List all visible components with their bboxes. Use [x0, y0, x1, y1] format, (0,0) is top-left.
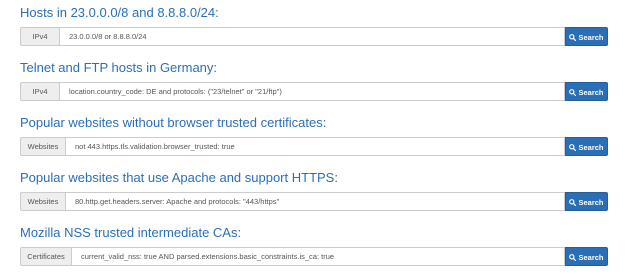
search-icon [569, 89, 577, 97]
search-button-label: Search [578, 253, 604, 262]
search-button-label: Search [578, 143, 604, 152]
search-icon [569, 254, 577, 262]
search-bar: IPv4 location.country_code: DE and proto… [20, 82, 608, 101]
example-untrusted-certs-block: Popular websites without browser trusted… [20, 115, 608, 156]
search-input[interactable]: 80.http.get.headers.server: Apache and p… [65, 192, 565, 211]
search-input[interactable]: location.country_code: DE and protocols:… [59, 82, 565, 101]
example-title: Popular websites that use Apache and sup… [20, 170, 338, 185]
search-button[interactable]: Search [565, 82, 608, 101]
example-title: Hosts in 23.0.0.0/8 and 8.8.8.0/24: [20, 5, 219, 20]
search-button[interactable]: Search [565, 27, 608, 46]
search-bar: Websites 80.http.get.headers.server: Apa… [20, 192, 608, 211]
search-button[interactable]: Search [565, 247, 608, 266]
search-icon [569, 144, 577, 152]
search-input[interactable]: 23.0.0.0/8 or 8.8.8.0/24 [59, 27, 565, 46]
search-bar: Certificates current_valid_nss: true AND… [20, 247, 608, 266]
example-telnet-ftp-block: Telnet and FTP hosts in Germany: IPv4 lo… [20, 60, 608, 101]
search-type-addon: IPv4 [20, 82, 59, 101]
search-type-addon: Websites [20, 192, 65, 211]
search-type-addon: Certificates [20, 247, 71, 266]
example-title: Telnet and FTP hosts in Germany: [20, 60, 218, 75]
example-nss-intermediate-block: Mozilla NSS trusted intermediate CAs: Ce… [20, 225, 608, 266]
example-title: Mozilla NSS trusted intermediate CAs: [20, 225, 242, 240]
search-button-label: Search [578, 198, 604, 207]
search-button[interactable]: Search [565, 137, 608, 156]
search-button-label: Search [578, 33, 604, 42]
search-type-addon: IPv4 [20, 27, 59, 46]
example-title: Popular websites without browser trusted… [20, 115, 327, 130]
search-bar: Websites not 443.https.tls.validation.br… [20, 137, 608, 156]
search-button[interactable]: Search [565, 192, 608, 211]
search-input[interactable]: current_valid_nss: true AND parsed.exten… [71, 247, 565, 266]
search-type-addon: Websites [20, 137, 65, 156]
search-icon [569, 199, 577, 207]
example-hosts-block: Hosts in 23.0.0.0/8 and 8.8.8.0/24: IPv4… [20, 5, 608, 46]
search-bar: IPv4 23.0.0.0/8 or 8.8.8.0/24 Search [20, 27, 608, 46]
search-input[interactable]: not 443.https.tls.validation.browser_tru… [65, 137, 565, 156]
search-button-label: Search [578, 88, 604, 97]
search-icon [569, 34, 577, 42]
example-apache-https-block: Popular websites that use Apache and sup… [20, 170, 608, 211]
